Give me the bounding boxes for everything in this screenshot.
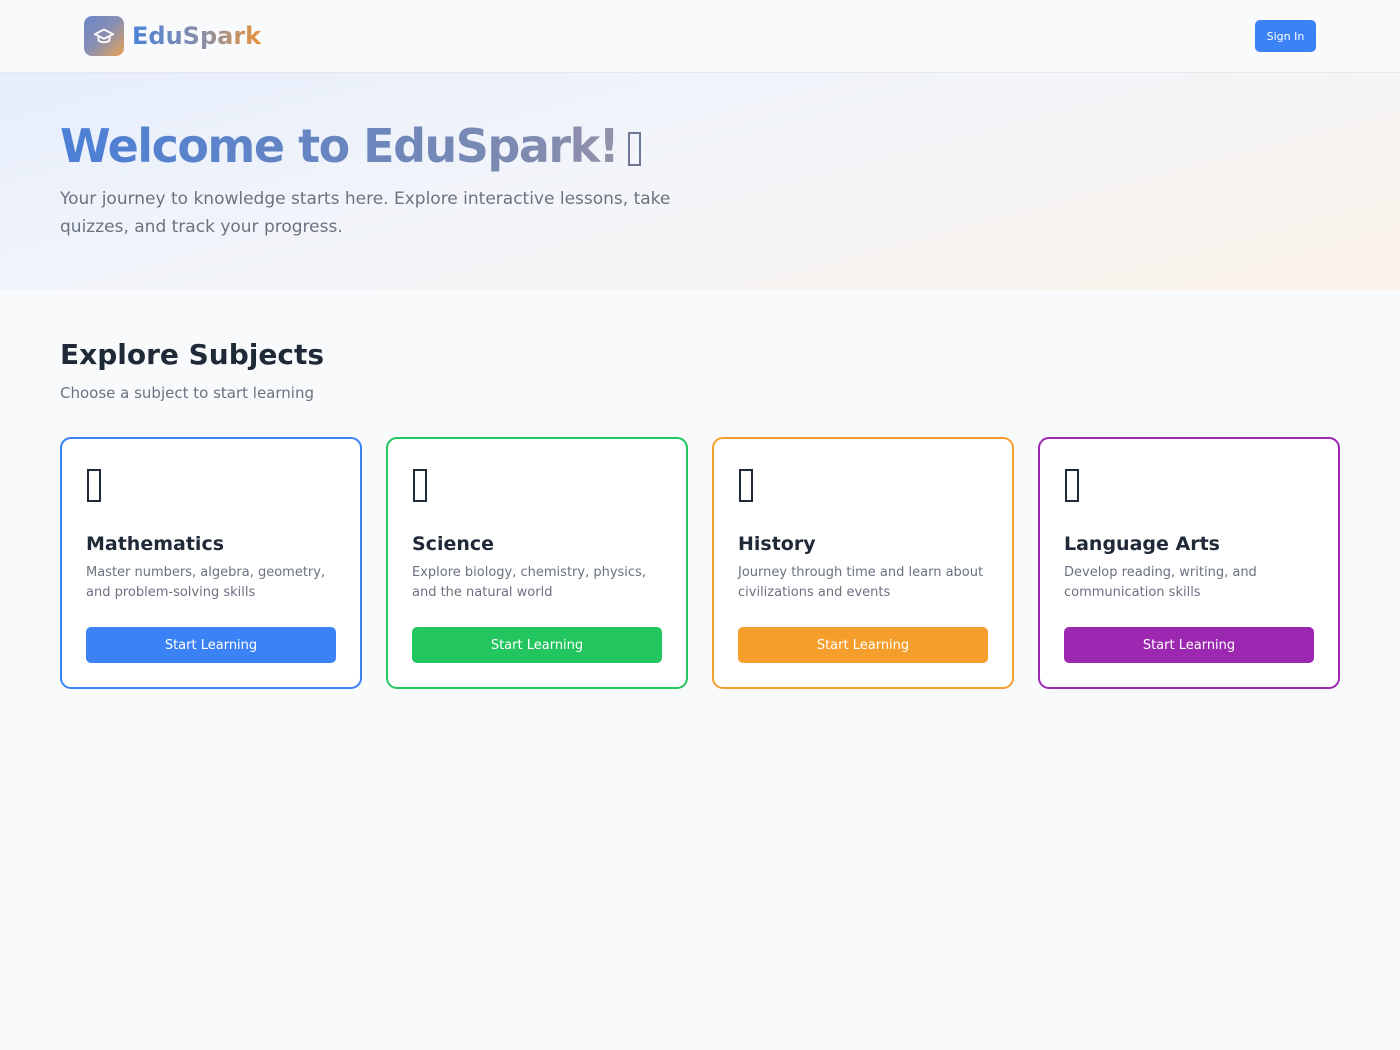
- missing-glyph-icon: [628, 132, 642, 166]
- hero-banner: Welcome to EduSpark! Your journey to kno…: [0, 73, 1400, 290]
- hero-subtitle: Your journey to knowledge starts here. E…: [60, 189, 671, 237]
- subject-emoji-icon: [739, 469, 753, 502]
- top-nav: EduSpark Sign In: [0, 0, 1400, 73]
- subject-card-science[interactable]: Science Explore biology, chemistry, phys…: [386, 437, 688, 689]
- start-learning-button[interactable]: Start Learning: [1064, 627, 1314, 663]
- hero-title-text: Welcome to EduSpark!: [60, 119, 619, 173]
- card-title: Science: [412, 533, 495, 555]
- card-description: Master numbers, algebra, geometry, and p…: [86, 565, 326, 600]
- sign-in-button[interactable]: Sign In: [1255, 20, 1316, 52]
- section-subtitle: Choose a subject to start learning: [60, 384, 314, 402]
- brand-name[interactable]: EduSpark: [132, 20, 261, 52]
- card-title: History: [738, 533, 816, 555]
- subject-emoji-icon: [87, 469, 101, 502]
- subject-card-language-arts[interactable]: Language Arts Develop reading, writing, …: [1038, 437, 1340, 689]
- hero-title: Welcome to EduSpark!: [60, 117, 642, 175]
- card-description: Develop reading, writing, and communicat…: [1064, 565, 1257, 600]
- card-description: Journey through time and learn about civ…: [738, 565, 984, 600]
- graduation-cap-icon[interactable]: [84, 16, 124, 56]
- subject-emoji-icon: [1065, 469, 1079, 502]
- subject-card-history[interactable]: History Journey through time and learn a…: [712, 437, 1014, 689]
- card-description: Explore biology, chemistry, physics, and…: [412, 565, 646, 600]
- subject-card-mathematics[interactable]: Mathematics Master numbers, algebra, geo…: [60, 437, 362, 689]
- card-title: Language Arts: [1064, 533, 1220, 555]
- section-title: Explore Subjects: [60, 338, 324, 371]
- start-learning-button[interactable]: Start Learning: [412, 627, 662, 663]
- subject-emoji-icon: [413, 469, 427, 502]
- start-learning-button[interactable]: Start Learning: [738, 627, 988, 663]
- start-learning-button[interactable]: Start Learning: [86, 627, 336, 663]
- card-title: Mathematics: [86, 533, 225, 555]
